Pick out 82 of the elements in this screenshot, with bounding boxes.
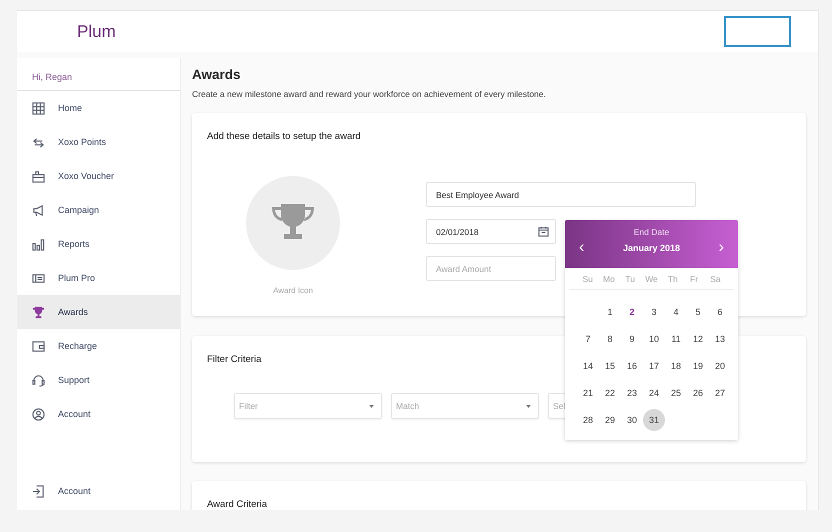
sidebar-item[interactable]: Plum Pro [17,261,180,295]
wallet-icon [32,340,45,352]
dropdown-placeholder: Match [396,401,420,411]
weekday-label: Mo [602,274,616,284]
grid-icon [32,102,45,114]
calendar-day[interactable]: 5 [687,301,709,323]
calendar-day[interactable]: 4 [665,301,687,323]
sidebar-item[interactable]: Campaign [17,193,180,227]
trophy-icon [32,306,45,318]
bar-chart-icon [32,238,45,250]
headset-icon [32,374,45,386]
sidebar-item[interactable]: Xoxo Voucher [17,159,180,193]
sidebar-item[interactable]: Support [17,363,180,397]
weekday-label: Tu [624,274,636,284]
calendar-day[interactable]: 16 [621,355,643,377]
award-icon-label: Award Icon [273,286,313,295]
calendar-day[interactable]: 20 [709,355,731,377]
greeting-text: Hi, Regan [17,58,180,91]
calendar-day[interactable]: 18 [665,355,687,377]
brand-name: Plum [77,22,116,42]
calendar-icon [538,226,549,237]
date-field[interactable]: 02/01/2018 [426,219,556,244]
calendar-day[interactable]: 9 [621,328,643,350]
month-label: January 2018 [622,243,680,253]
sidebar-item[interactable]: Recharge [17,329,180,363]
card-heading: Add these details to setup the award [207,131,361,142]
calendar-day[interactable]: 14 [577,355,599,377]
sidebar-item[interactable]: Awards [17,295,180,329]
award-name-field[interactable]: Best Employee Award [426,182,696,207]
calendar-day[interactable]: 8 [599,328,621,350]
card-heading: Award Criteria [207,499,268,510]
voucher-icon [32,170,45,182]
card-heading: Filter Criteria [207,354,262,365]
calendar-day[interactable]: 12 [687,328,709,350]
calendar-day[interactable]: 21 [577,382,599,404]
caret-icon [369,404,374,408]
weekday-label: Th [666,274,679,284]
megaphone-icon [32,204,45,216]
card-icon [32,272,45,284]
sign-out-icon [32,484,45,498]
calendar-day[interactable]: 31 [643,409,665,431]
calendar-day[interactable]: 7 [577,328,599,350]
sidebar-item[interactable]: Home [17,91,180,125]
calendar-day[interactable]: 26 [687,382,709,404]
dropdown-placeholder: Filter [239,401,258,411]
calendar-day[interactable]: 22 [599,382,621,404]
sidebar-item[interactable]: Account [17,397,180,431]
calendar-day[interactable]: 24 [643,382,665,404]
calendar-day[interactable]: 25 [665,382,687,404]
calendar-day[interactable]: 13 [709,328,731,350]
sidebar-item[interactable]: Reports [17,227,180,261]
calendar-day[interactable]: 2 [621,301,643,323]
calendar-day[interactable]: 23 [621,382,643,404]
calendar-day[interactable]: 11 [665,328,687,350]
calendar-day[interactable]: 19 [687,355,709,377]
page-subtitle: Create a new milestone award and reward your workforce on achievement of every milestone. [192,89,547,99]
swap-arrows-icon [32,136,45,148]
weekday-label: Fr [689,274,700,284]
user-circle-icon [32,408,45,420]
sidebar-item[interactable]: Account [17,474,180,508]
weekday-label: Sa [709,274,722,284]
weekday-label: We [644,274,659,284]
previous-month-button[interactable]: ‹ [575,241,588,255]
weekday-label: Su [581,274,594,284]
sidebar-item[interactable]: Xoxo Points [17,125,180,159]
calendar-day[interactable]: 3 [643,301,665,323]
calendar-day[interactable]: 30 [621,409,643,431]
page-title: Awards [192,67,242,82]
date-picker-title: End Date [632,226,670,237]
calendar-day[interactable]: 15 [599,355,621,377]
award-amount-field[interactable]: Award Amount [426,256,556,281]
calendar-day[interactable]: 10 [643,328,665,350]
dropdown-placeholder: Sel [553,401,566,411]
calendar-day[interactable]: 28 [577,409,599,431]
calendar-day[interactable]: 17 [643,355,665,377]
header-button[interactable] [724,16,791,47]
calendar-day[interactable]: 27 [709,382,731,404]
calendar-day[interactable]: 29 [599,409,621,431]
calendar-day[interactable]: 1 [599,301,621,323]
calendar-day[interactable]: 6 [709,301,731,323]
next-month-button[interactable]: › [714,241,728,255]
caret-icon [526,404,531,408]
